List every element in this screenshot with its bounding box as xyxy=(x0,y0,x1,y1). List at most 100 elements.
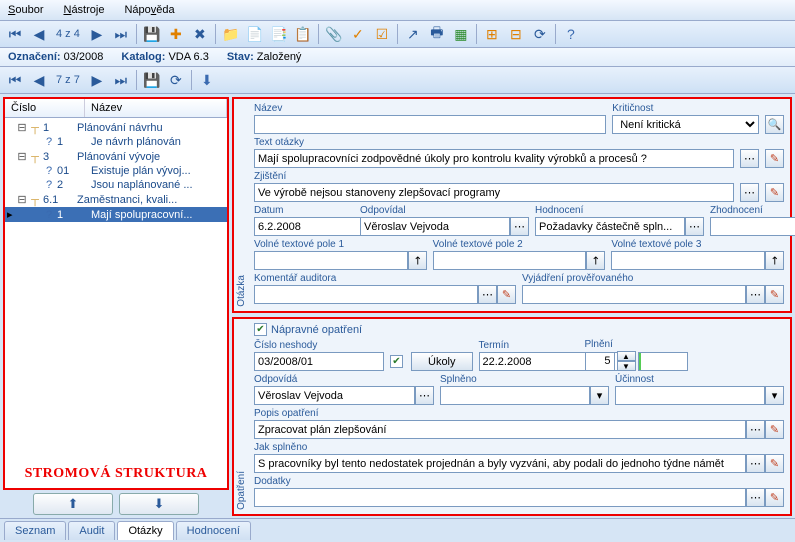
hier-icon[interactable]: ⊟ xyxy=(505,23,527,45)
folder-icon[interactable]: 📁 xyxy=(220,23,242,45)
vp2-input[interactable] xyxy=(433,251,587,270)
popis-input[interactable] xyxy=(254,420,746,439)
move-down-button[interactable]: ⬇ xyxy=(119,493,199,515)
tree-row[interactable]: ▸?1Mají spolupracovní... xyxy=(5,207,227,222)
refresh-icon[interactable]: ⟳ xyxy=(529,23,551,45)
tree-row[interactable]: ?2Jsou naplánované ... xyxy=(5,178,227,192)
kom-more-button[interactable]: ⋯ xyxy=(478,285,497,304)
tab-hodnoceni[interactable]: Hodnocení xyxy=(176,521,251,540)
tree-row[interactable]: ?01Existuje plán vývoj... xyxy=(5,164,227,178)
hodnoceni-input[interactable] xyxy=(535,217,685,236)
ukoly-button[interactable]: Úkoly xyxy=(411,352,473,371)
menu-tools[interactable]: Nástroje xyxy=(59,2,108,18)
op-odpovida-input[interactable] xyxy=(254,386,415,405)
tree-node-icon: ┬ xyxy=(27,122,43,134)
popis-more-button[interactable]: ⋯ xyxy=(746,420,765,439)
odp-more-button[interactable]: ⋯ xyxy=(510,217,529,236)
tab-audit[interactable]: Audit xyxy=(68,521,115,540)
task-icon[interactable]: ☑ xyxy=(371,23,393,45)
nav-last-icon[interactable]: ⏭ xyxy=(110,23,132,45)
sub-last-icon[interactable]: ⏭ xyxy=(110,69,132,91)
tree-row[interactable]: ⊟┬1Plánování návrhu xyxy=(5,120,227,135)
ukoly-checkbox[interactable]: ✔ xyxy=(390,355,403,368)
vp1-expand-icon[interactable]: ↗ xyxy=(408,251,427,270)
tree-expand-icon[interactable]: ⊟ xyxy=(17,150,27,163)
edit-jak-icon[interactable]: ✎ xyxy=(765,454,784,473)
edit-kom-icon[interactable]: ✎ xyxy=(497,285,516,304)
doc3-icon[interactable]: 📋 xyxy=(292,23,314,45)
tree-row[interactable]: ⊟┬3Plánování vývoje xyxy=(5,149,227,164)
tab-seznam[interactable]: Seznam xyxy=(4,521,66,540)
tree-col-cislo[interactable]: Číslo xyxy=(5,99,85,117)
move-up-button[interactable]: ⬆ xyxy=(33,493,113,515)
tree-col-nazev[interactable]: Název xyxy=(85,99,227,117)
vp2-expand-icon[interactable]: ↗ xyxy=(586,251,605,270)
sub-down-icon[interactable]: ⬇ xyxy=(196,69,218,91)
zhodnoceni-input[interactable] xyxy=(710,217,795,236)
edit-popis-icon[interactable]: ✎ xyxy=(765,420,784,439)
vyj-more-button[interactable]: ⋯ xyxy=(746,285,765,304)
tree-expand-icon[interactable]: ⊟ xyxy=(17,193,27,206)
tree-icon[interactable]: ⊞ xyxy=(481,23,503,45)
edit-vyj-icon[interactable]: ✎ xyxy=(765,285,784,304)
ucinnost-input[interactable] xyxy=(615,386,765,405)
hod-more-button[interactable]: ⋯ xyxy=(685,217,704,236)
edit-text-icon[interactable]: ✎ xyxy=(765,149,784,168)
jak-more-button[interactable]: ⋯ xyxy=(746,454,765,473)
zjisteni-input[interactable] xyxy=(254,183,734,202)
sub-refresh-icon[interactable]: ⟳ xyxy=(165,69,187,91)
tree-row[interactable]: ⊟┬6.1Zaměstnanci, kvali... xyxy=(5,192,227,207)
ucinnost-dropdown-icon[interactable]: ▾ xyxy=(765,386,784,405)
kriticnost-select[interactable]: Není kritická xyxy=(612,115,759,134)
plneni-down-icon[interactable]: ▼ xyxy=(617,361,636,371)
nav-next-icon[interactable]: ▶ xyxy=(86,23,108,45)
splneno-input[interactable] xyxy=(440,386,590,405)
napravne-checkbox[interactable]: ✔ xyxy=(254,323,267,336)
odpovidal-input[interactable] xyxy=(360,217,510,236)
nav-prev-icon[interactable]: ◀ xyxy=(28,23,50,45)
add-icon[interactable]: ✚ xyxy=(165,23,187,45)
plneni-up-icon[interactable]: ▲ xyxy=(617,351,636,361)
export-icon[interactable]: ↗ xyxy=(402,23,424,45)
dod-more-button[interactable]: ⋯ xyxy=(746,488,765,507)
menu-file[interactable]: SSouboroubor xyxy=(4,2,47,18)
save-icon[interactable]: 💾 xyxy=(141,23,163,45)
sub-save-icon[interactable]: 💾 xyxy=(141,69,163,91)
vp3-input[interactable] xyxy=(611,251,765,270)
cislo-neshody-input[interactable] xyxy=(254,352,384,371)
edit-zjist-icon[interactable]: ✎ xyxy=(765,183,784,202)
print-icon[interactable]: 🖶 xyxy=(426,23,448,45)
more-zjist-button[interactable]: ⋯ xyxy=(740,183,759,202)
nazev-input[interactable] xyxy=(254,115,606,134)
edit-dod-icon[interactable]: ✎ xyxy=(765,488,784,507)
jak-input[interactable] xyxy=(254,454,746,473)
doc1-icon[interactable]: 📄 xyxy=(244,23,266,45)
excel-icon[interactable]: ▦ xyxy=(450,23,472,45)
tab-otazky[interactable]: Otázky xyxy=(117,521,173,540)
op-odp-more-button[interactable]: ⋯ xyxy=(415,386,434,405)
attach-icon[interactable]: 📎 xyxy=(323,23,345,45)
plneni-input[interactable] xyxy=(585,352,615,371)
vp1-input[interactable] xyxy=(254,251,408,270)
sub-first-icon[interactable]: ⏮ xyxy=(4,69,26,91)
doc2-icon[interactable]: 📑 xyxy=(268,23,290,45)
nav-first-icon[interactable]: ⏮ xyxy=(4,23,26,45)
vp3-expand-icon[interactable]: ↗ xyxy=(765,251,784,270)
sub-next-icon[interactable]: ▶ xyxy=(86,69,108,91)
menubar: SSouboroubor Nástroje Nápověda xyxy=(0,0,795,21)
tree-expand-icon[interactable]: ⊟ xyxy=(17,121,27,134)
help-icon[interactable]: ? xyxy=(560,23,582,45)
vyjadreni-input[interactable] xyxy=(522,285,746,304)
check-icon[interactable]: ✓ xyxy=(347,23,369,45)
tree-row[interactable]: ?1Je návrh plánován xyxy=(5,135,227,149)
delete-icon[interactable]: ✖ xyxy=(189,23,211,45)
more-text-button[interactable]: ⋯ xyxy=(740,149,759,168)
text-otazky-input[interactable] xyxy=(254,149,734,168)
toolbar-main: ⏮ ◀ 4 z 4 ▶ ⏭ 💾 ✚ ✖ 📁 📄 📑 📋 📎 ✓ ☑ ↗ 🖶 ▦ … xyxy=(0,21,795,48)
detail-button[interactable]: 🔍 xyxy=(765,115,784,134)
splneno-dropdown-icon[interactable]: ▾ xyxy=(590,386,609,405)
sub-prev-icon[interactable]: ◀ xyxy=(28,69,50,91)
menu-help[interactable]: Nápověda xyxy=(120,2,178,18)
komentar-input[interactable] xyxy=(254,285,478,304)
dodatky-input[interactable] xyxy=(254,488,746,507)
